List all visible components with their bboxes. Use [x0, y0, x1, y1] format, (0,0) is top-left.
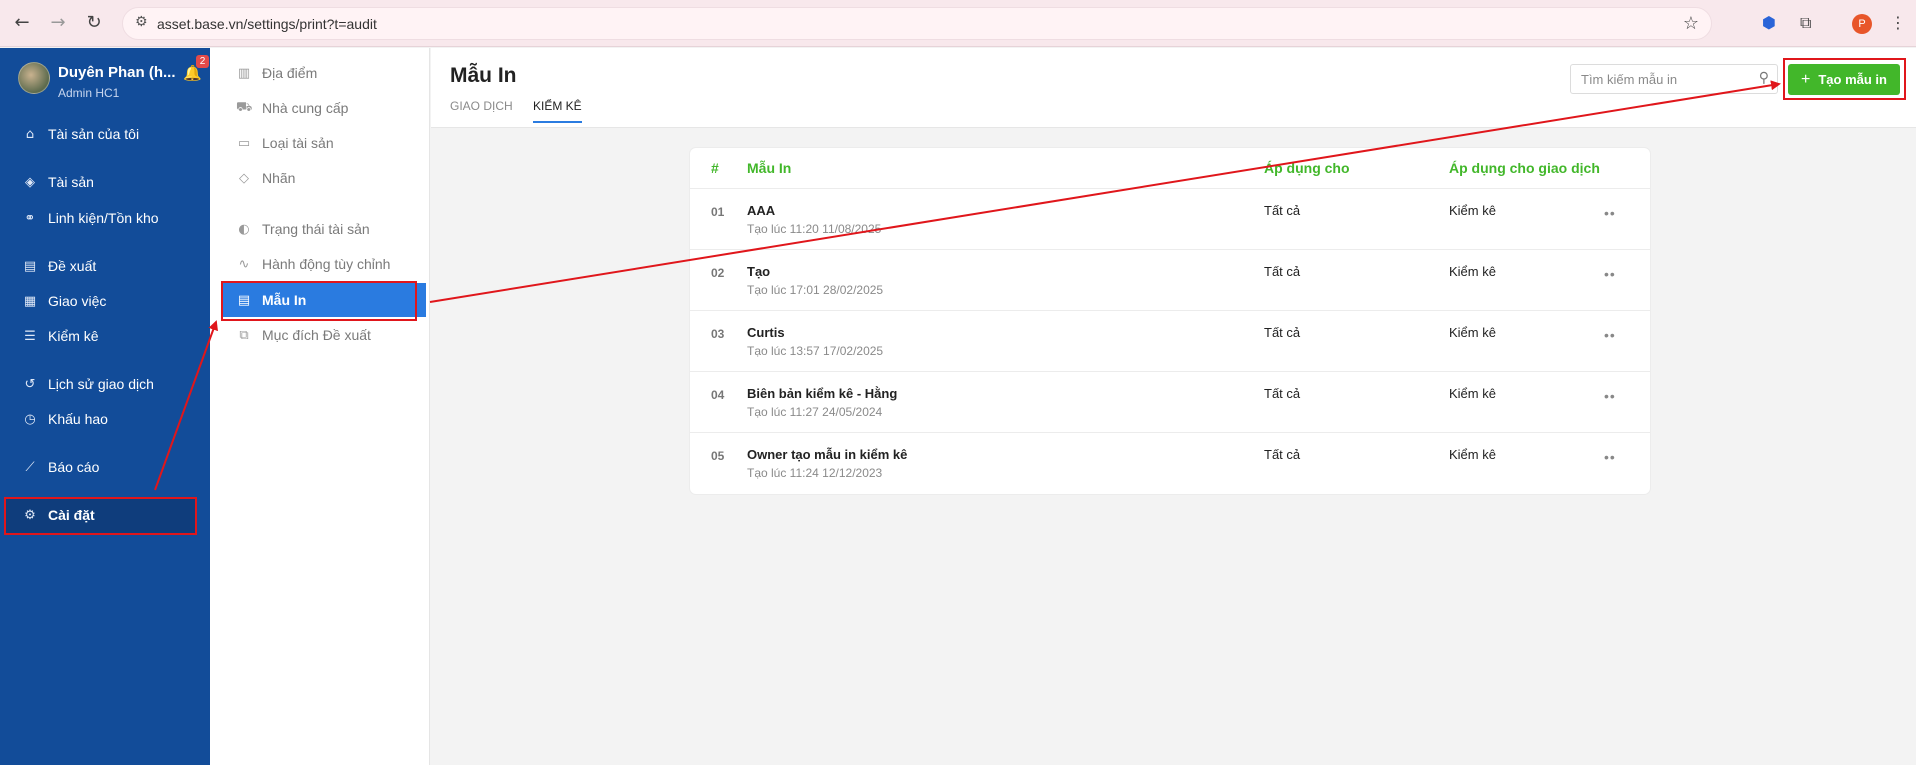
arrow-settings-to-templates	[154, 320, 218, 491]
arrow-templates-to-create	[429, 80, 1781, 303]
annotation-arrows	[154, 80, 1781, 491]
